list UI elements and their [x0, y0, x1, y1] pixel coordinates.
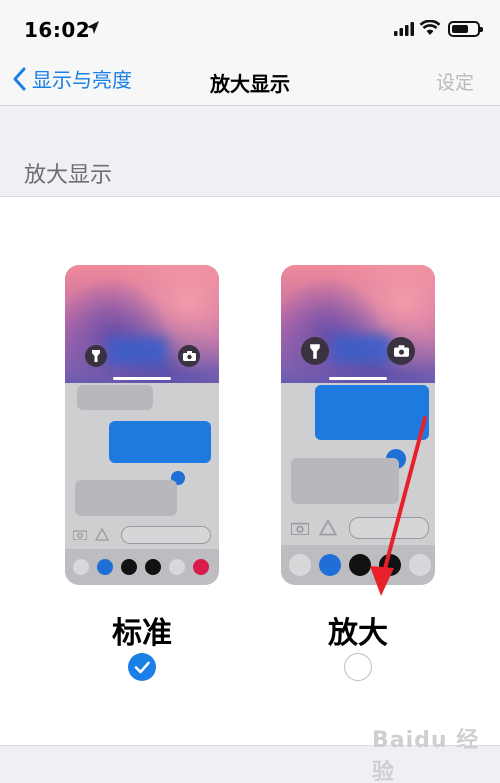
watermark: Baidu 经验	[372, 728, 480, 783]
annotation-arrow	[370, 416, 427, 596]
